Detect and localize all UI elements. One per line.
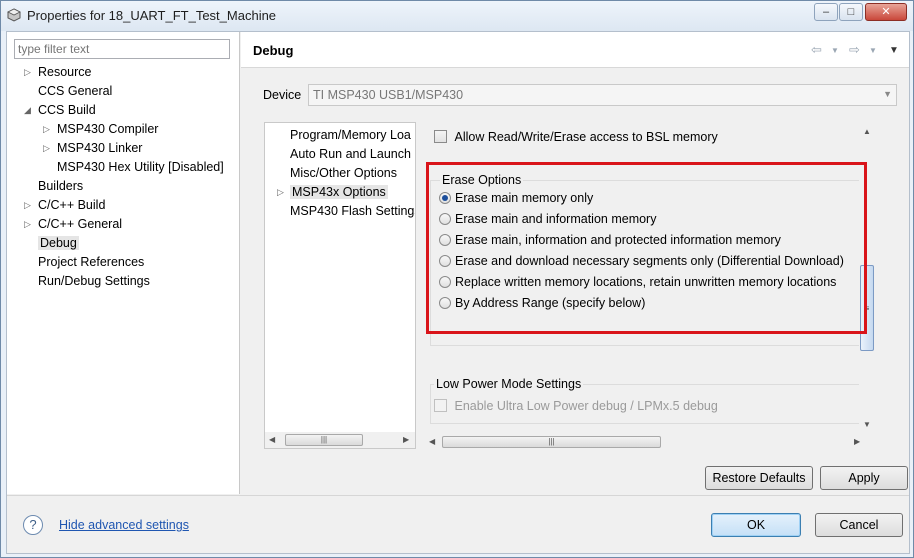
app-icon — [7, 8, 21, 22]
debug-tree-item[interactable]: Auto Run and Launch C — [290, 145, 416, 163]
forward-dropdown-icon[interactable]: ▼ — [869, 46, 877, 55]
device-select[interactable]: TI MSP430 USB1/MSP430 ▼ — [308, 84, 897, 106]
page-header: Debug ⇦ ▼ ⇨ ▼ ▼ — [241, 32, 909, 68]
content-horizontal-scrollbar[interactable]: ◀ ||| ▶ — [424, 434, 864, 450]
debug-category-tree: Program/Memory Loa Auto Run and Launch C M… — [264, 122, 416, 449]
sidebar-item-label: Resource — [38, 65, 92, 79]
sidebar-item[interactable]: Debug — [38, 234, 79, 252]
debug-tree-item-label: Auto Run and Launch C — [290, 147, 416, 161]
sidebar-item-label: Run/Debug Settings — [38, 274, 150, 288]
expand-toggle-icon — [277, 202, 287, 220]
sidebar-item[interactable]: MSP430 Compiler — [57, 120, 158, 138]
sidebar-item-label: MSP430 Hex Utility [Disabled] — [57, 160, 224, 174]
scroll-up-icon[interactable]: ▲ — [863, 127, 871, 136]
sidebar-item[interactable]: MSP430 Linker — [57, 139, 142, 157]
back-arrow-icon[interactable]: ⇦ — [811, 42, 822, 58]
sidebar-item[interactable]: C/C++ Build — [38, 196, 105, 214]
expand-toggle-icon — [24, 177, 34, 195]
close-button[interactable]: ✕ — [865, 3, 907, 21]
sidebar-item-label: MSP430 Linker — [57, 141, 143, 155]
erase-options-highlight-box — [426, 162, 867, 334]
tree-scroll-thumb[interactable]: ||| — [285, 434, 363, 446]
content-scroll-thumb[interactable]: ||| — [442, 436, 661, 448]
expand-toggle-icon[interactable]: ▷ — [24, 196, 34, 214]
scroll-right-icon[interactable]: ▶ — [854, 437, 860, 446]
restore-defaults-button[interactable]: Restore Defaults — [705, 466, 813, 490]
filter-input[interactable] — [14, 39, 230, 59]
sidebar-item[interactable]: C/C++ General — [38, 215, 122, 233]
expand-toggle-icon — [24, 253, 34, 271]
cancel-button[interactable]: Cancel — [815, 513, 903, 537]
window-title: Properties for 18_UART_FT_Test_Machine — [27, 8, 277, 23]
ulp-debug-label: Enable Ultra Low Power debug / LPMx.5 de… — [454, 398, 718, 413]
bsl-access-checkbox[interactable] — [434, 130, 447, 144]
forward-arrow-icon[interactable]: ⇨ — [849, 42, 860, 58]
expand-toggle-icon[interactable]: ▷ — [277, 183, 287, 201]
debug-tree-item[interactable]: MSP430 Flash Settings — [290, 202, 416, 220]
sidebar-item-label: C/C++ General — [38, 217, 123, 231]
debug-tree-item[interactable]: MSP43x Options — [290, 183, 388, 201]
minimize-button[interactable]: ‒ — [814, 3, 838, 21]
sidebar-item[interactable]: Resource — [38, 63, 92, 81]
help-icon[interactable]: ? — [23, 515, 43, 535]
ulp-debug-checkbox — [434, 399, 447, 413]
expand-toggle-icon — [24, 234, 34, 252]
expand-toggle-icon — [277, 126, 287, 144]
debug-tree-item-label: Misc/Other Options — [290, 166, 397, 180]
sidebar-item[interactable]: Run/Debug Settings — [38, 272, 150, 290]
apply-button[interactable]: Apply — [820, 466, 908, 490]
sidebar-item[interactable]: MSP430 Hex Utility [Disabled] — [57, 158, 224, 176]
expand-toggle-icon — [43, 158, 53, 176]
sidebar-item-label: Debug — [38, 236, 79, 250]
back-dropdown-icon[interactable]: ▼ — [831, 46, 839, 55]
device-value: TI MSP430 USB1/MSP430 — [313, 88, 464, 102]
tree-horizontal-scrollbar[interactable]: ◀ ||| ▶ — [265, 432, 415, 448]
bsl-access-label: Allow Read/Write/Erase access to BSL mem… — [454, 129, 718, 144]
properties-dialog: Properties for 18_UART_FT_Test_Machine ‒… — [0, 0, 914, 558]
sidebar-item-label: C/C++ Build — [38, 198, 106, 212]
page-title: Debug — [253, 43, 294, 58]
debug-tree-item-label: Program/Memory Loa — [290, 128, 411, 142]
hide-advanced-settings-link[interactable]: Hide advanced settings — [59, 518, 189, 532]
expand-toggle-icon[interactable]: ▷ — [43, 139, 53, 157]
expand-toggle-icon — [24, 272, 34, 290]
title-bar[interactable]: Properties for 18_UART_FT_Test_Machine ‒… — [1, 1, 913, 31]
scroll-left-icon[interactable]: ◀ — [269, 435, 275, 444]
dialog-footer: ? Hide advanced settings OK Cancel — [7, 495, 909, 553]
expand-toggle-icon[interactable]: ▷ — [43, 120, 53, 138]
sidebar-item[interactable]: CCS General — [38, 82, 112, 100]
debug-tree-item-label: MSP430 Flash Settings — [290, 204, 416, 218]
expand-toggle-icon — [24, 82, 34, 100]
debug-tree-item-label: MSP43x Options — [290, 185, 388, 199]
sidebar-item-label: MSP430 Compiler — [57, 122, 159, 136]
low-power-group: Low Power Mode Settings Enable Ultra Low… — [430, 377, 866, 424]
sidebar-item-label: CCS Build — [38, 103, 96, 117]
debug-tree-item[interactable]: Misc/Other Options — [290, 164, 397, 182]
low-power-title: Low Power Mode Settings — [434, 377, 584, 391]
ok-button[interactable]: OK — [711, 513, 801, 537]
category-tree-pane: ▷ Resource CCS General ◢ CCS Build ▷ MSP430 Co… — [7, 32, 240, 494]
scroll-right-icon[interactable]: ▶ — [403, 435, 409, 444]
device-label: Device — [263, 88, 302, 102]
bsl-access-checkbox-row[interactable]: Allow Read/Write/Erase access to BSL mem… — [434, 129, 718, 144]
scroll-down-icon[interactable]: ▼ — [863, 420, 871, 429]
expand-toggle-icon — [277, 145, 287, 163]
scroll-left-icon[interactable]: ◀ — [429, 437, 435, 446]
sidebar-item-label: Project References — [38, 255, 145, 269]
ulp-debug-checkbox-row: Enable Ultra Low Power debug / LPMx.5 de… — [434, 398, 718, 413]
expand-toggle-icon[interactable]: ▷ — [24, 63, 34, 81]
sidebar-item-label: CCS General — [38, 84, 113, 98]
sidebar-item[interactable]: Builders — [38, 177, 83, 195]
debug-tree-item[interactable]: Program/Memory Loa — [290, 126, 411, 144]
sidebar-item-label: Builders — [38, 179, 84, 193]
sidebar-item[interactable]: CCS Build — [38, 101, 96, 119]
chevron-down-icon: ▼ — [883, 89, 892, 99]
view-menu-icon[interactable]: ▼ — [889, 45, 899, 56]
maximize-button[interactable]: □ — [839, 3, 863, 21]
expand-toggle-icon[interactable]: ▷ — [24, 215, 34, 233]
expand-toggle-icon — [277, 164, 287, 182]
expand-toggle-icon[interactable]: ◢ — [24, 101, 34, 119]
sidebar-item[interactable]: Project References — [38, 253, 144, 271]
